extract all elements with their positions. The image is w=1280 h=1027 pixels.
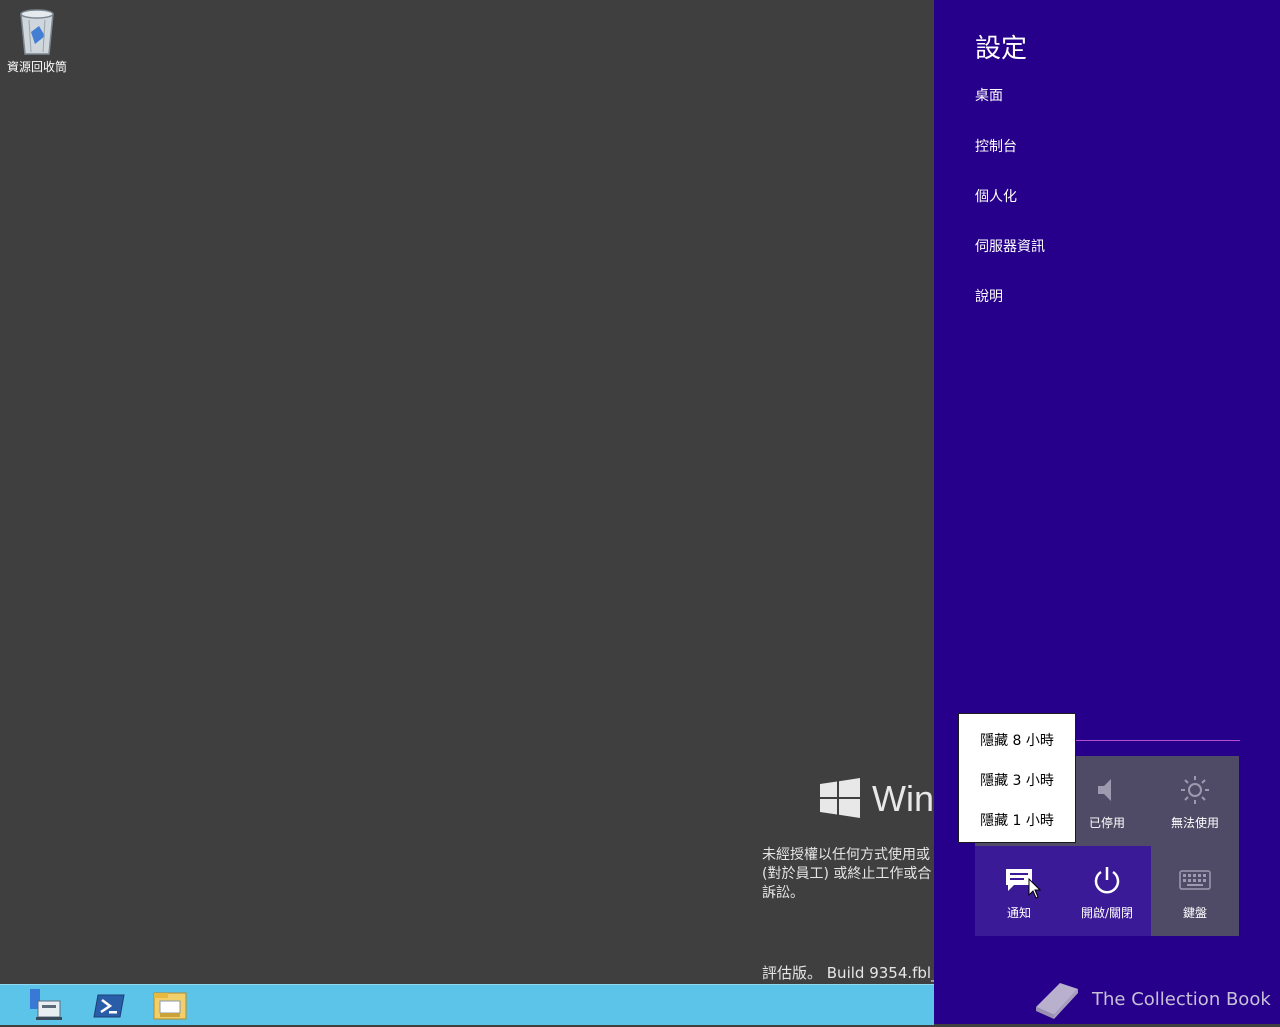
book-icon: [1036, 983, 1078, 1019]
watermark-brand: The Collection Book: [1030, 976, 1271, 1022]
recycle-bin-label: 資源回收筒: [6, 60, 67, 74]
brightness-icon: [1151, 770, 1239, 810]
notification-icon: [975, 860, 1063, 900]
tile-volume-label: 已停用: [1088, 816, 1125, 830]
menu-item-personalization[interactable]: 個人化: [975, 186, 1017, 206]
powershell-icon[interactable]: [88, 987, 132, 1023]
tile-keyboard[interactable]: 鍵盤: [1151, 846, 1239, 936]
mouse-cursor-icon: [1028, 877, 1042, 904]
tile-brightness-label: 無法使用: [1170, 816, 1219, 830]
license-notice: 未經授權以任何方式使用或 (對於員工) 或終止工作或合 訴訟。: [762, 846, 934, 903]
license-line-2: (對於員工) 或終止工作或合: [762, 866, 932, 882]
file-explorer-icon[interactable]: [148, 987, 192, 1023]
settings-charm-panel: 設定 桌面 控制台 個人化 伺服器資訊 說明 已停用 無法使用 通知 開啟/關閉…: [934, 0, 1280, 1024]
tile-volume[interactable]: 已停用: [1063, 756, 1151, 846]
hide-1-hour-option[interactable]: 隱藏 1 小時: [959, 810, 1075, 830]
hide-8-hours-option[interactable]: 隱藏 8 小時: [959, 730, 1075, 750]
tile-notifications-label: 通知: [1006, 906, 1031, 920]
keyboard-icon: [1151, 860, 1239, 900]
tile-power-label: 開啟/關閉: [1080, 906, 1134, 920]
recycle-bin-icon: [15, 6, 59, 56]
tile-notifications[interactable]: 通知: [975, 846, 1063, 936]
menu-item-desktop[interactable]: 桌面: [975, 85, 1003, 105]
speaker-icon: [1063, 770, 1151, 810]
windows-logo: Windows: [820, 778, 934, 822]
menu-item-help[interactable]: 說明: [975, 286, 1003, 306]
build-info: 評估版。 Build 9354.fbl_p: [762, 964, 934, 982]
tile-brightness[interactable]: 無法使用: [1151, 756, 1239, 846]
menu-item-control-panel[interactable]: 控制台: [975, 136, 1017, 156]
taskbar: [0, 984, 934, 1025]
power-icon: [1063, 860, 1151, 900]
tile-keyboard-label: 鍵盤: [1182, 906, 1207, 920]
server-manager-icon[interactable]: [24, 987, 68, 1023]
windows-wordmark: Windows: [872, 778, 934, 819]
license-line-1: 未經授權以任何方式使用或: [762, 847, 930, 863]
tile-power[interactable]: 開啟/關閉: [1063, 846, 1151, 936]
license-line-3: 訴訟。: [762, 885, 804, 901]
brand-text: The Collection Book: [1092, 988, 1271, 1010]
recycle-bin[interactable]: 資源回收筒: [2, 6, 72, 75]
windows-flag-icon: [820, 778, 860, 818]
hide-notifications-menu: 隱藏 8 小時 隱藏 3 小時 隱藏 1 小時: [958, 713, 1076, 843]
charm-title: 設定: [975, 34, 1028, 64]
menu-item-server-info[interactable]: 伺服器資訊: [975, 236, 1045, 256]
hide-3-hours-option[interactable]: 隱藏 3 小時: [959, 770, 1075, 790]
